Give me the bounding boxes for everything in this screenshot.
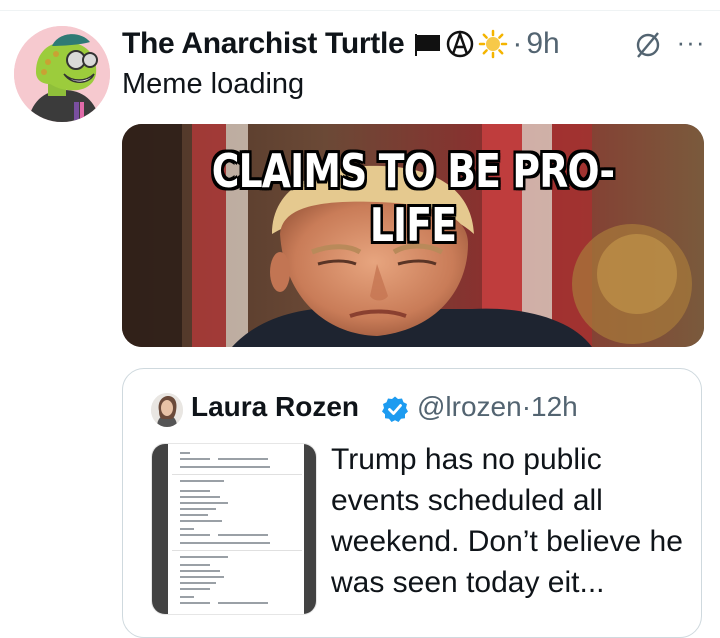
quote-handle[interactable]: @lrozen — [417, 391, 522, 422]
post-text: Meme loading — [122, 68, 305, 100]
schedule-document-image — [152, 444, 316, 614]
person-avatar-icon — [151, 393, 183, 427]
post-time[interactable]: 9h — [526, 27, 559, 61]
more-options-button[interactable]: ··· — [674, 29, 708, 60]
author-emojis — [414, 29, 508, 59]
quote-time[interactable]: 12h — [531, 391, 578, 422]
grok-icon[interactable] — [632, 30, 664, 60]
post-header: The Anarchist Turtle · 9h — [122, 22, 560, 66]
quote-author-name[interactable]: Laura Rozen — [191, 391, 359, 423]
sun-icon — [479, 29, 508, 59]
quote-avatar[interactable] — [151, 393, 183, 427]
quote-text: Trump has no public events scheduled all… — [331, 443, 683, 599]
verified-badge-icon — [382, 396, 408, 422]
author-name[interactable]: The Anarchist Turtle — [122, 27, 405, 61]
quoted-tweet[interactable]: Laura Rozen @lrozen·12h Trump has no pub… — [122, 368, 702, 638]
post-media[interactable]: CLAIMS TO BE PRO-LIFE — [122, 124, 704, 347]
separator-dot: · — [512, 27, 523, 60]
separator-dot: · — [521, 391, 532, 422]
meme-caption: CLAIMS TO BE PRO-LIFE — [211, 144, 615, 252]
quote-media-thumbnail[interactable] — [151, 443, 317, 615]
black-flag-icon — [415, 34, 441, 56]
turtle-avatar-icon — [14, 26, 110, 122]
avatar[interactable] — [14, 26, 110, 122]
circle-a-icon — [447, 30, 474, 58]
top-divider — [0, 0, 720, 11]
quote-handle-time: @lrozen·12h — [417, 391, 578, 423]
